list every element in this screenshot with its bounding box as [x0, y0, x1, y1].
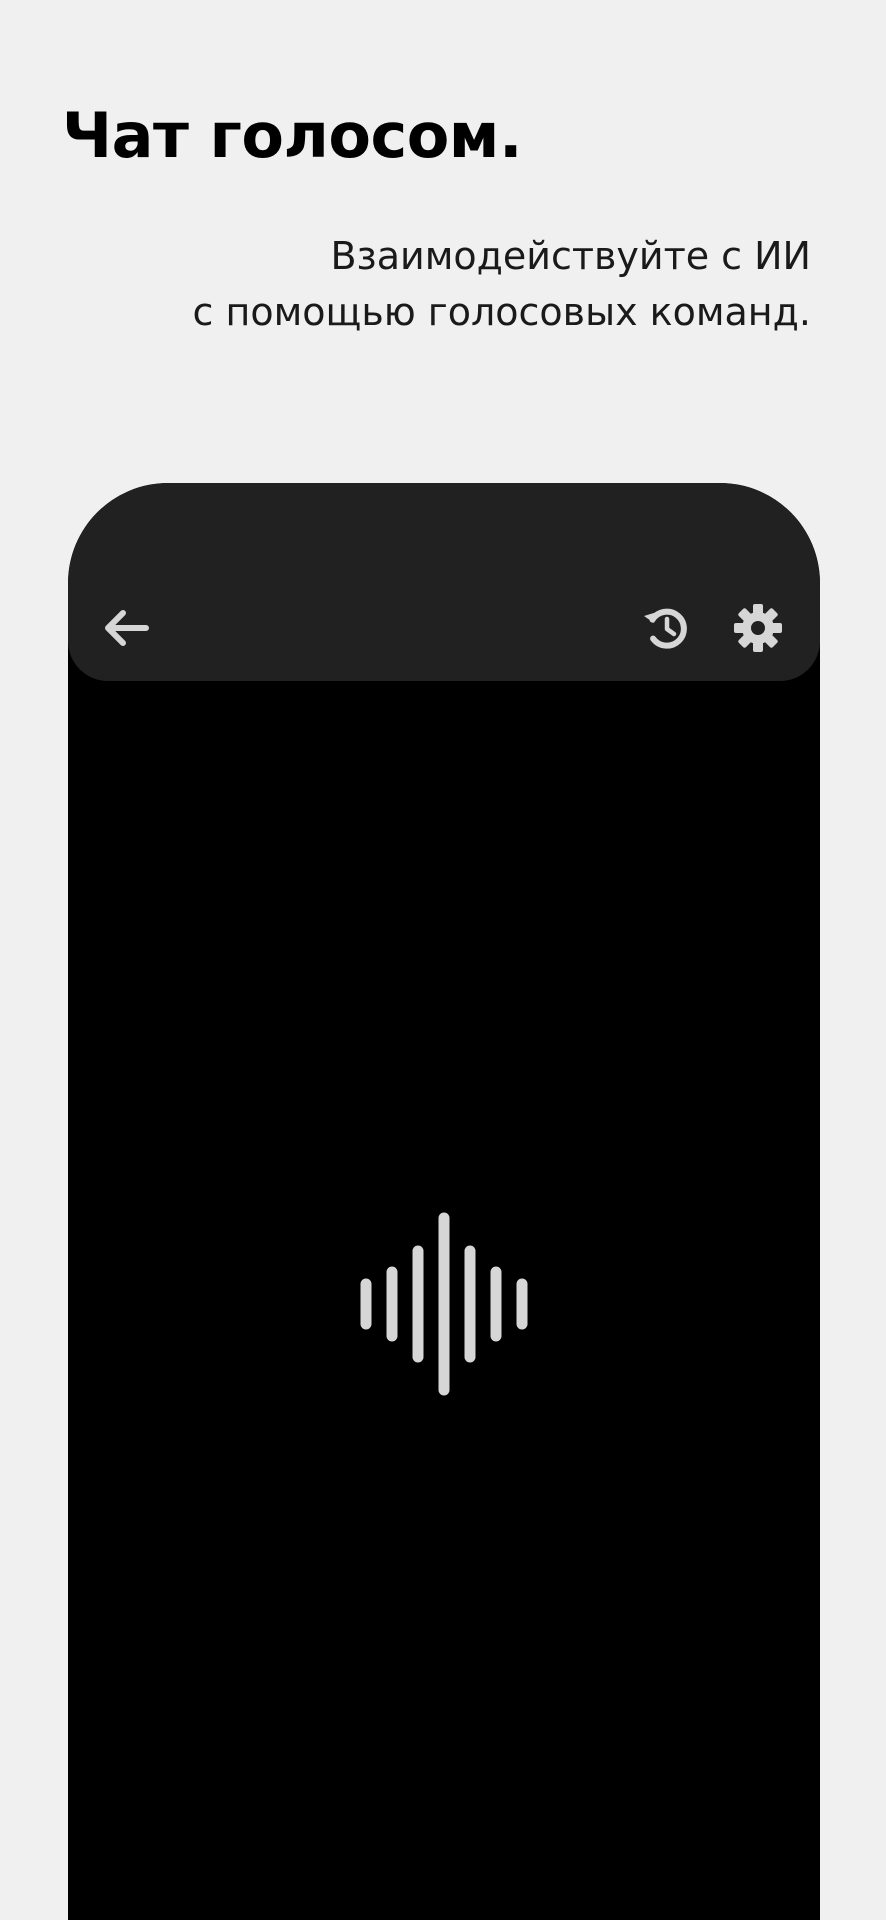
sound-wave-icon[interactable] [68, 483, 820, 1920]
promo-subtitle-line-1: Взаимодействуйте с ИИ [330, 234, 811, 278]
promo-subtitle: Взаимодействуйте с ИИ с помощью голосовы… [91, 228, 811, 340]
phone-screen [68, 483, 820, 1920]
promo-subtitle-line-2: с помощью голосовых команд. [192, 290, 811, 334]
promo-title: Чат голосом. [62, 99, 523, 172]
